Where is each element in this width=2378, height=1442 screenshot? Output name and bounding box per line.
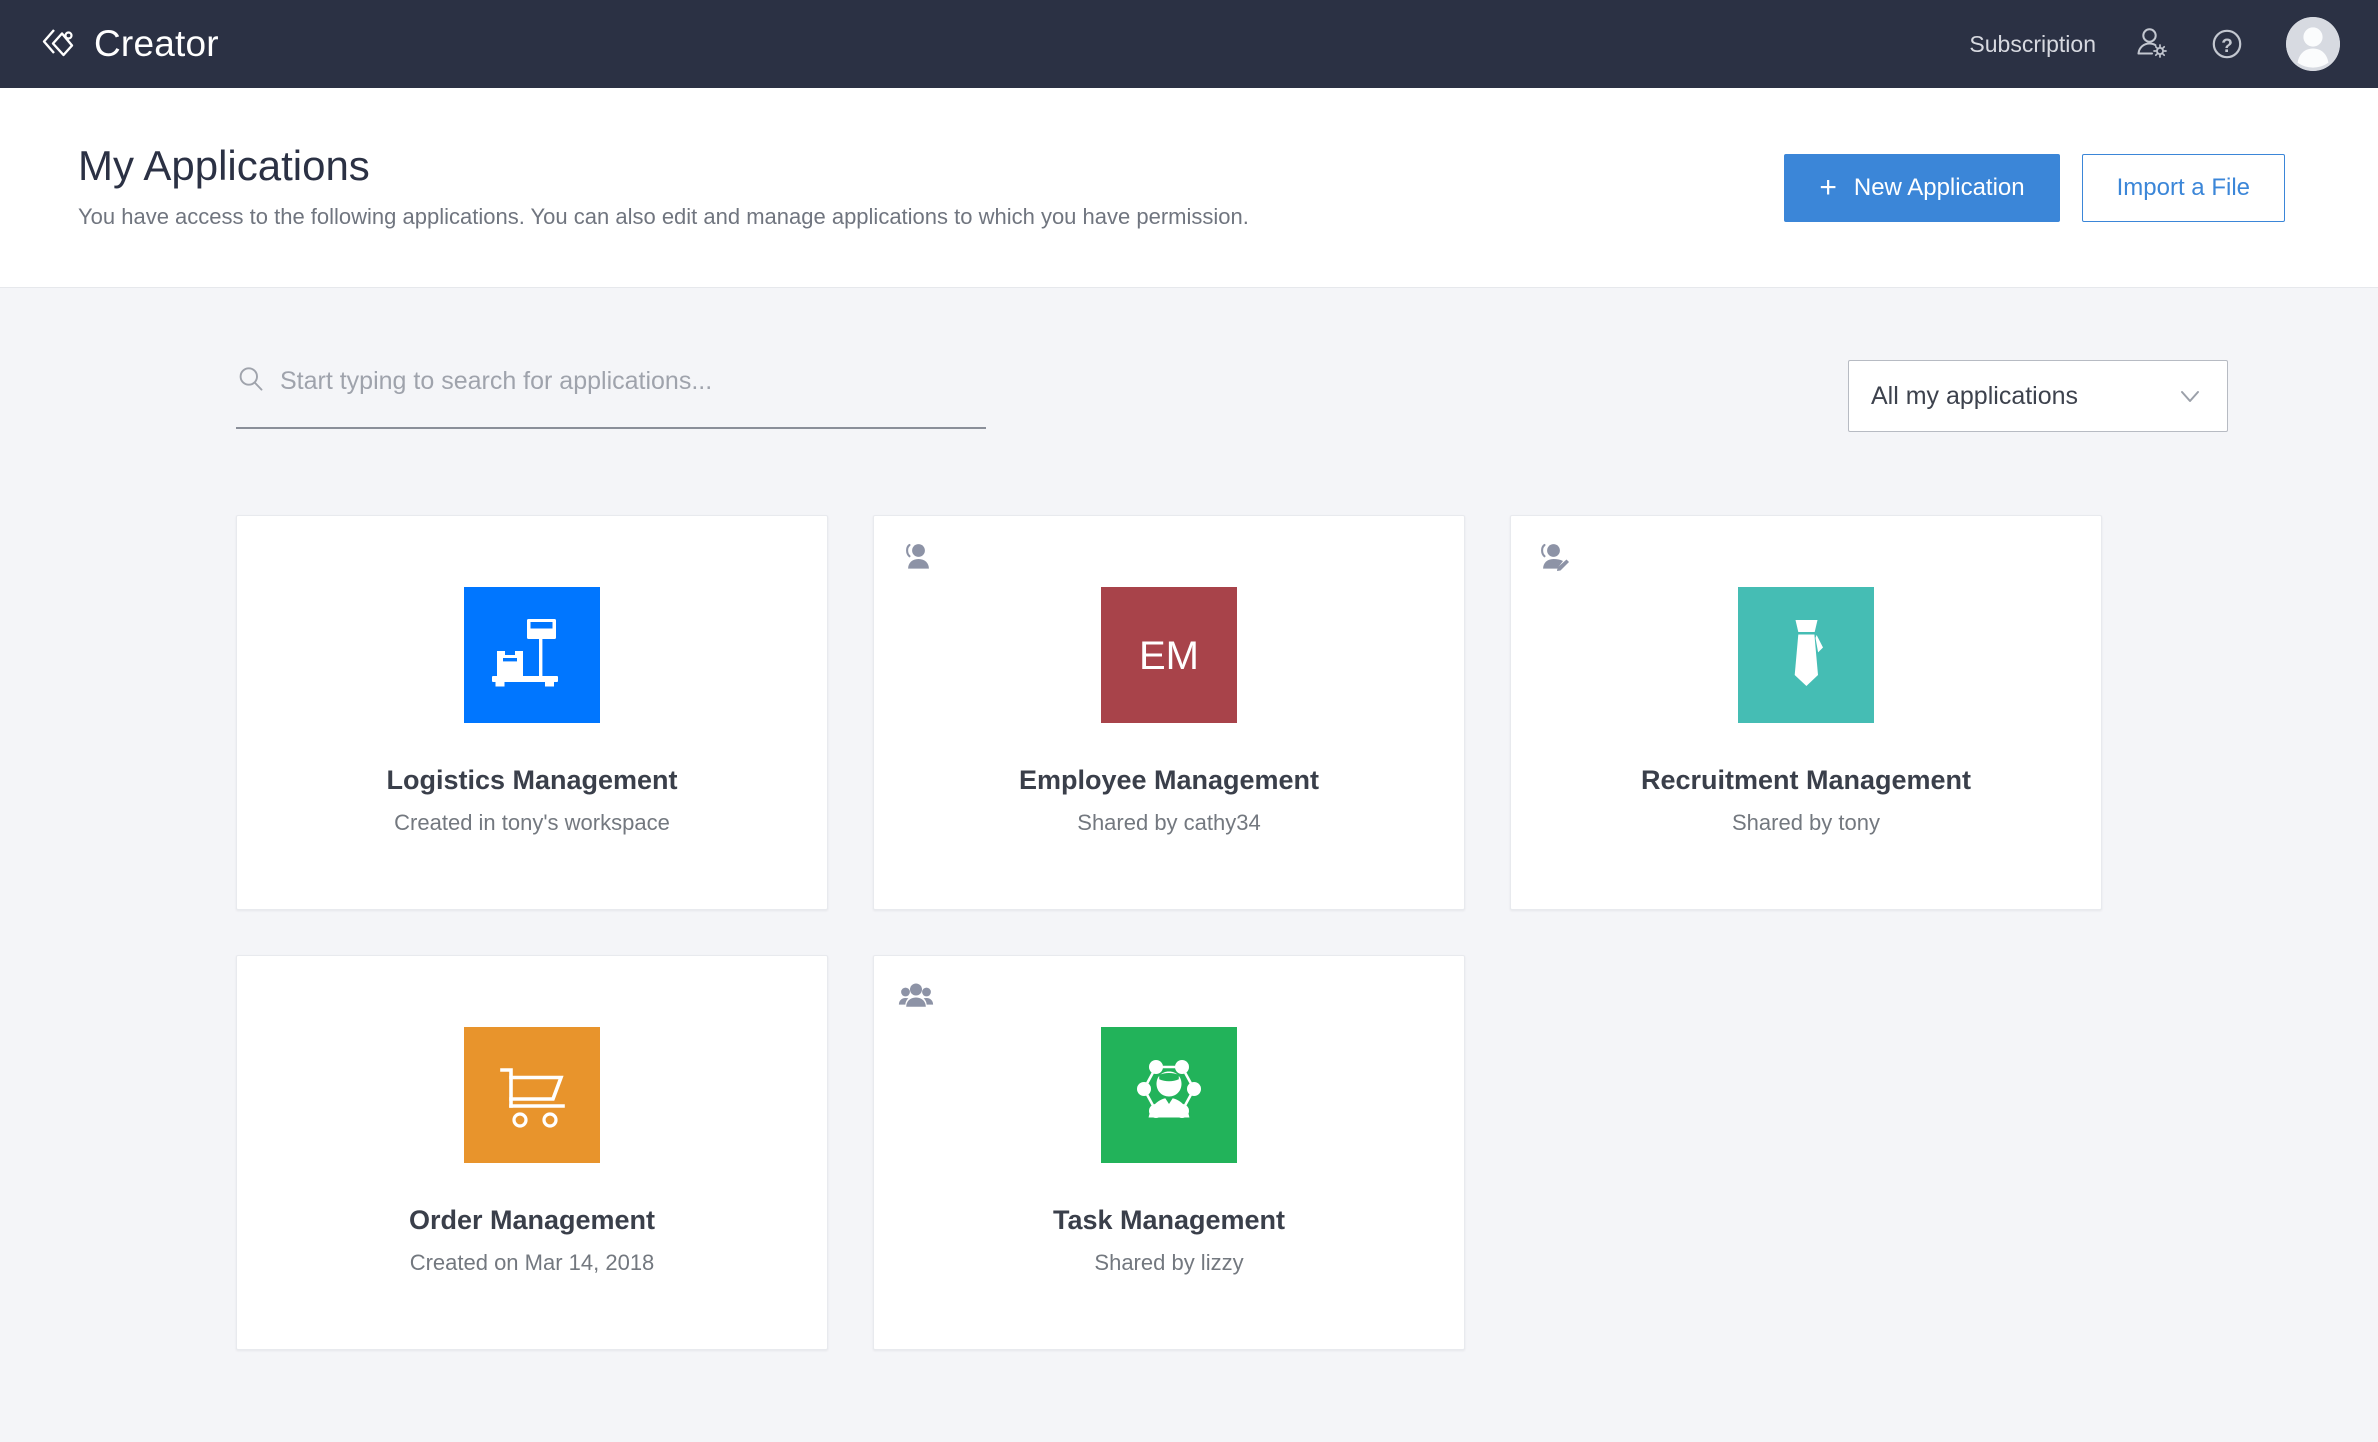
weighing-scale-icon — [464, 587, 600, 723]
creator-diamond-logo-icon — [38, 24, 78, 64]
page-header-actions: + New Application Import a File — [1784, 153, 2285, 222]
page-header-text: My Applications You have access to the f… — [78, 142, 1784, 232]
brand-name: Creator — [94, 23, 219, 64]
import-file-label: Import a File — [2116, 173, 2250, 201]
import-file-button[interactable]: Import a File — [2081, 153, 2285, 222]
application-card[interactable]: EM Employee Management Shared by cathy34 — [873, 515, 1465, 910]
filter-select-value: All my applications — [1871, 381, 2079, 410]
user-settings-icon[interactable] — [2132, 23, 2174, 65]
main-content: All my applications — [0, 288, 2378, 1350]
application-name: Recruitment Management — [1640, 765, 1972, 795]
application-card[interactable]: Logistics Management Created in tony's w… — [236, 515, 828, 910]
application-meta: Shared by cathy34 — [1077, 810, 1261, 835]
top-navigation-bar: Creator Subscription ? — [0, 0, 2378, 88]
application-meta: Shared by tony — [1732, 810, 1880, 835]
search-field[interactable] — [236, 364, 986, 429]
avatar[interactable] — [2286, 17, 2340, 71]
network-person-icon — [1101, 1027, 1237, 1163]
shopping-cart-icon — [464, 1027, 600, 1163]
application-meta: Created in tony's workspace — [394, 810, 670, 835]
page-header: My Applications You have access to the f… — [0, 88, 2378, 288]
help-question-icon[interactable]: ? — [2206, 23, 2248, 65]
application-name: Order Management — [408, 1205, 656, 1235]
brand-logo-area[interactable]: Creator — [38, 23, 219, 65]
application-meta: Created on Mar 14, 2018 — [409, 1250, 655, 1275]
top-navigation-actions: Subscription ? — [1965, 17, 2340, 71]
application-card[interactable]: Order Management Created on Mar 14, 2018 — [236, 955, 828, 1350]
search-input[interactable] — [280, 366, 986, 396]
application-initials: EM — [1139, 634, 1199, 678]
chevron-down-icon — [2177, 383, 2203, 409]
page-subtitle: You have access to the following applica… — [78, 204, 1249, 230]
filter-row: All my applications — [236, 288, 2228, 432]
application-name: Task Management — [1052, 1205, 1286, 1235]
page-title: My Applications — [78, 142, 370, 190]
applications-filter-select[interactable]: All my applications — [1848, 360, 2228, 432]
application-card[interactable]: Recruitment Management Shared by tony — [1510, 515, 2102, 910]
applications-grid: Logistics Management Created in tony's w… — [236, 432, 2228, 1350]
new-application-label: New Application — [1853, 173, 2025, 201]
user-edit-icon — [1535, 540, 1571, 576]
new-application-button[interactable]: + New Application — [1784, 153, 2060, 222]
application-name: Employee Management — [1018, 765, 1320, 795]
application-card[interactable]: Task Management Shared by lizzy — [873, 955, 1465, 1350]
application-name: Logistics Management — [386, 765, 678, 795]
application-initials-tile: EM — [1101, 587, 1237, 723]
svg-text:?: ? — [2221, 36, 2233, 57]
search-icon — [236, 364, 266, 399]
necktie-icon — [1738, 587, 1874, 723]
plus-icon: + — [1819, 170, 1837, 204]
subscription-link[interactable]: Subscription — [1965, 25, 2100, 64]
single-user-icon — [898, 540, 934, 576]
group-users-icon — [898, 980, 934, 1016]
application-meta: Shared by lizzy — [1094, 1250, 1244, 1275]
